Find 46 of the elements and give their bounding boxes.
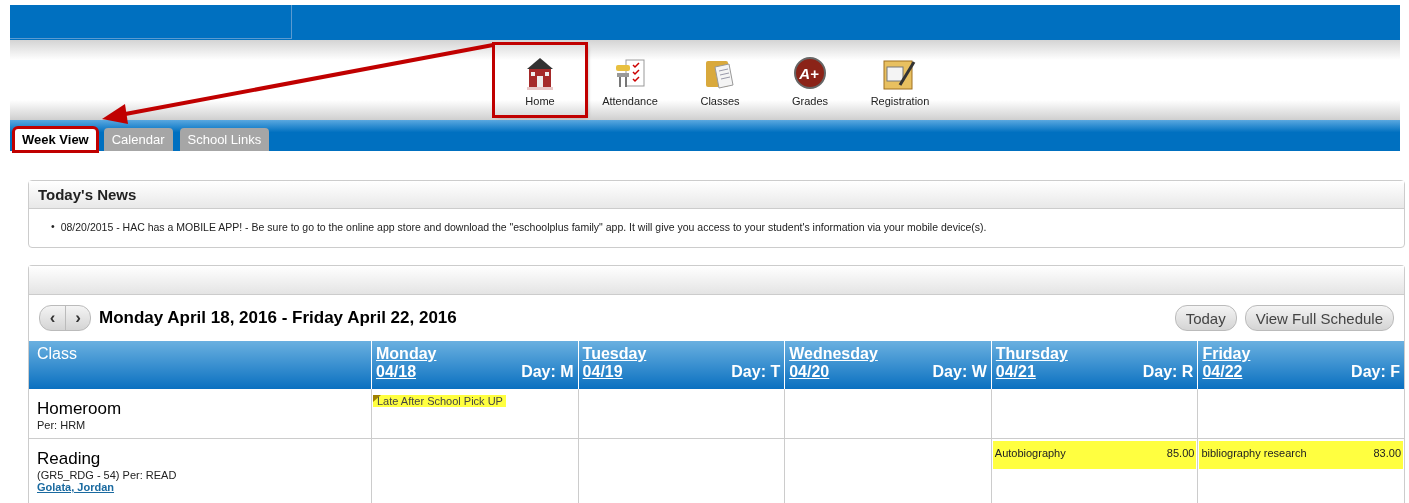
nav-button[interactable]: Registration [855,45,945,115]
toolbar-button[interactable]: Today [1174,305,1237,331]
class-details: (GR5_RDG - 54) Per: READ [37,469,178,481]
assignment-name: bibliography research [1201,447,1307,459]
grade-icon: A+ [793,57,827,91]
note-entry: Late After School Pick UP [373,395,506,407]
day-code: Day: F [1351,363,1400,381]
teacher-link[interactable]: Golata, Jordan [37,481,115,493]
day-link[interactable]: Tuesday [582,345,647,362]
folder-icon [705,59,735,91]
panel-title: Today's News [29,181,1404,209]
assignment-score: 83.00 [1373,447,1401,459]
day-link[interactable]: Thursday [995,345,1068,362]
date-link[interactable]: 04/19 [582,363,623,381]
tab[interactable]: Week View [14,128,97,151]
next-button[interactable]: › [65,306,90,330]
news-item: 08/20/2015 - HAC has a MOBILE APP! - Be sure to go to the online app store and download the "eschoolplus family" app. It will give you access to your student's information via your mobile device(s). [60,220,987,235]
date-link[interactable]: 04/20 [789,363,830,381]
toolbar-button[interactable]: View Full Schedule [1244,305,1394,331]
day-link[interactable]: Wednesday [789,345,878,362]
date-link[interactable]: 04/21 [995,363,1036,381]
date-link[interactable]: 04/18 [376,363,417,381]
nav-button[interactable]: Classes [675,45,765,115]
tab[interactable]: Calendar [103,128,173,151]
previous-button[interactable]: ‹ [40,306,65,330]
day-link[interactable]: Monday [376,345,437,362]
date-link[interactable]: 04/22 [1202,363,1243,381]
day-code: Day: W [932,363,987,381]
date-range: Monday April 18, 2016 - Friday April 22, 2016 [99,308,458,328]
assignment-score: 85.00 [1166,447,1195,459]
class-name: Homeroom [37,399,123,419]
nav-button[interactable]: A+ Grades [765,45,855,115]
nav-button[interactable]: Attendance [585,45,675,115]
clipboard-icon [883,59,917,91]
class-name: Reading [37,449,102,469]
day-code: Day: T [731,363,781,381]
house-icon [526,57,554,91]
day-code: Day: R [1142,363,1194,381]
header-cell: Class [29,341,371,389]
bullet: • [51,219,55,233]
tab[interactable]: School Links [179,128,270,151]
class-details: Per: HRM [37,419,87,431]
assignment-name: Autobiography [994,447,1066,459]
day-link[interactable]: Friday [1202,345,1251,362]
day-code: Day: M [521,363,574,381]
nav-button[interactable]: Home [495,45,585,115]
